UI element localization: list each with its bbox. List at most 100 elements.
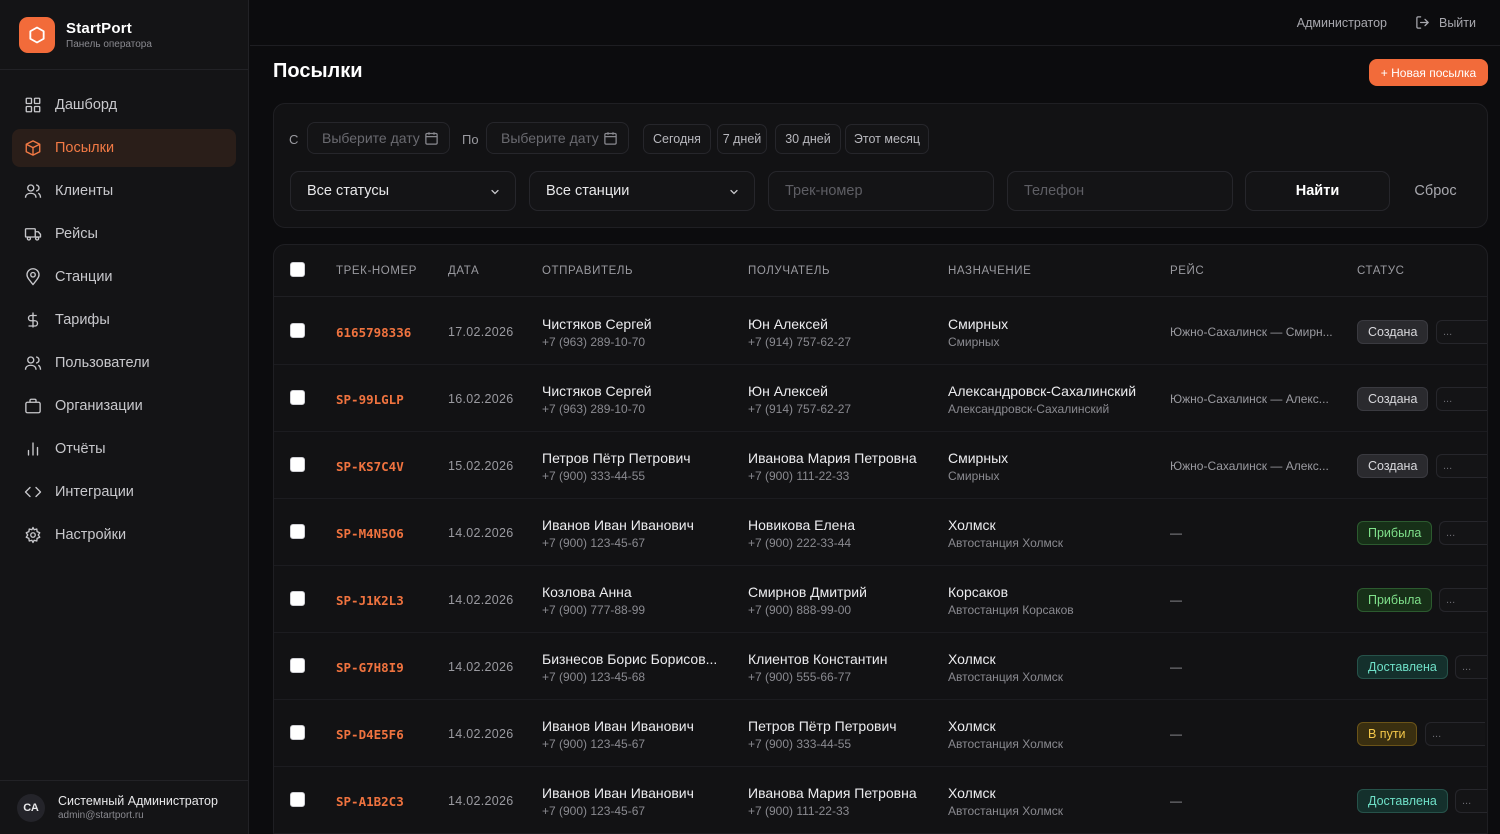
header-destination[interactable]: НАЗНАЧЕНИЕ: [948, 265, 1031, 277]
find-button[interactable]: Найти: [1245, 171, 1390, 211]
header-recipient[interactable]: ПОЛУЧАТЕЛЬ: [748, 265, 830, 277]
row-actions-button[interactable]: ...: [1436, 454, 1487, 478]
row-checkbox[interactable]: [290, 323, 305, 338]
table-row[interactable]: SP-G7H8I9 14.02.2026 Бизнесов Борис Борисо…: [274, 633, 1487, 700]
row-checkbox[interactable]: [290, 591, 305, 606]
briefcase-icon: [23, 396, 43, 416]
track-number-input[interactable]: [768, 171, 994, 211]
destination-station: Автостанция Корсаков: [948, 603, 1074, 617]
current-user[interactable]: СА Системный Администратор admin@startpo…: [0, 780, 249, 834]
hexagon-logo-icon: [19, 16, 55, 53]
sender-phone: +7 (900) 777-88-99: [542, 603, 646, 617]
new-parcel-button[interactable]: + Новая посылка: [1369, 59, 1488, 86]
header-status[interactable]: СТАТУС: [1357, 265, 1405, 277]
destination-station: Автостанция Холмск: [948, 536, 1064, 550]
table-row[interactable]: SP-J1K2L3 14.02.2026 Козлова Анна +7 (900) …: [274, 566, 1487, 633]
track-number-link[interactable]: SP-D4E5F6: [336, 727, 404, 742]
destination-name: Александровск-Сахалинский: [948, 383, 1137, 399]
brand[interactable]: StartPort Панель оператора: [0, 0, 248, 70]
row-actions-button[interactable]: ...: [1455, 789, 1487, 813]
sidebar-item-organizations[interactable]: Организации: [12, 387, 236, 425]
date-from-placeholder: Выберите дату: [322, 130, 420, 146]
sidebar-item-label: Клиенты: [55, 183, 114, 199]
sender-cell: Чистяков Сергей +7 (963) 289-10-70: [542, 316, 728, 349]
header-track[interactable]: ТРЕК-НОМЕР: [336, 265, 417, 277]
sidebar-item-reports[interactable]: Отчёты: [12, 430, 236, 468]
date-to-placeholder: Выберите дату: [501, 130, 599, 146]
track-number-link[interactable]: SP-KS7C4V: [336, 459, 404, 474]
track-number-link[interactable]: SP-99LGLP: [336, 392, 404, 407]
row-actions-button[interactable]: ...: [1436, 387, 1487, 411]
track-number-link[interactable]: 6165798336: [336, 325, 411, 340]
table-row[interactable]: SP-D4E5F6 14.02.2026 Иванов Иван Иванович +…: [274, 700, 1487, 767]
table-row[interactable]: SP-A1B2C3 14.02.2026 Иванов Иван Иванович +…: [274, 767, 1487, 834]
row-checkbox[interactable]: [290, 390, 305, 405]
status-badge: Прибыла: [1357, 521, 1433, 545]
chip-today[interactable]: Сегодня: [643, 124, 711, 154]
destination-cell: Корсаков Автостанция Корсаков: [948, 584, 1160, 617]
page-title: Посылки: [273, 60, 363, 82]
status-badge: В пути: [1357, 722, 1417, 746]
table-row[interactable]: SP-M4N5O6 14.02.2026 Иванов Иван Иванович +…: [274, 499, 1487, 566]
row-checkbox[interactable]: [290, 725, 305, 740]
sidebar-item-parcels[interactable]: Посылки: [12, 129, 236, 167]
row-actions-button[interactable]: ...: [1436, 320, 1487, 344]
chip-7-days[interactable]: 7 дней: [717, 124, 767, 154]
row-checkbox[interactable]: [290, 457, 305, 472]
sidebar-item-stations[interactable]: Станции: [12, 258, 236, 296]
sender-cell: Петров Пётр Петрович +7 (900) 333-44-55: [542, 450, 728, 483]
row-actions-button[interactable]: ...: [1425, 722, 1485, 746]
user-name: Системный Администратор: [58, 794, 218, 808]
status-badge: Прибыла: [1357, 588, 1433, 612]
logout-button[interactable]: Выйти: [1415, 15, 1476, 30]
sender-cell: Бизнесов Борис Борисов... +7 (900) 123-45…: [542, 651, 728, 684]
sidebar-item-integrations[interactable]: Интеграции: [12, 473, 236, 511]
sender-cell: Чистяков Сергей +7 (963) 289-10-70: [542, 383, 728, 416]
calendar-icon: [604, 132, 617, 145]
date-to-input[interactable]: Выберите дату: [486, 122, 629, 154]
select-all-checkbox[interactable]: [290, 262, 305, 277]
row-checkbox[interactable]: [290, 792, 305, 807]
parcel-date: 16.02.2026: [448, 392, 514, 406]
table-row[interactable]: SP-99LGLP 16.02.2026 Чистяков Сергей +7 (96…: [274, 365, 1487, 432]
table-row[interactable]: SP-KS7C4V 15.02.2026 Петров Пётр Петрович +…: [274, 432, 1487, 499]
parcel-date: 14.02.2026: [448, 794, 514, 808]
destination-station: Автостанция Холмск: [948, 670, 1064, 684]
recipient-cell: Смирнов Дмитрий +7 (900) 888-99-00: [748, 584, 938, 617]
header-sender[interactable]: ОТПРАВИТЕЛЬ: [542, 265, 633, 277]
row-checkbox[interactable]: [290, 658, 305, 673]
date-from-input[interactable]: Выберите дату: [307, 122, 450, 154]
track-number-link[interactable]: SP-G7H8I9: [336, 660, 404, 675]
sender-phone: +7 (963) 289-10-70: [542, 402, 646, 416]
sidebar-item-tariffs[interactable]: Тарифы: [12, 301, 236, 339]
phone-input[interactable]: [1007, 171, 1233, 211]
sidebar-item-label: Организации: [55, 398, 143, 414]
status-select[interactable]: Все статусы: [290, 171, 516, 211]
parcel-date: 14.02.2026: [448, 593, 514, 607]
sidebar-item-flights[interactable]: Рейсы: [12, 215, 236, 253]
row-checkbox[interactable]: [290, 524, 305, 539]
chip-this-month[interactable]: Этот месяц: [845, 124, 929, 154]
header-date[interactable]: ДАТА: [448, 265, 479, 277]
sidebar-item-label: Посылки: [55, 140, 115, 156]
calendar-icon: [425, 132, 438, 145]
track-number-link[interactable]: SP-J1K2L3: [336, 593, 404, 608]
chip-30-days[interactable]: 30 дней: [775, 124, 841, 154]
sidebar-item-settings[interactable]: Настройки: [12, 516, 236, 554]
header-flight[interactable]: РЕЙС: [1170, 265, 1204, 277]
table-row[interactable]: 6165798336 17.02.2026 Чистяков Сергей +7 (9…: [274, 298, 1487, 365]
recipient-phone: +7 (900) 333-44-55: [748, 737, 852, 751]
row-actions-button[interactable]: ...: [1455, 655, 1487, 679]
user-role: Администратор: [1296, 15, 1387, 30]
row-actions-button[interactable]: ...: [1439, 521, 1487, 545]
sidebar-item-dashboard[interactable]: Дашборд: [12, 86, 236, 124]
track-number-link[interactable]: SP-A1B2C3: [336, 794, 404, 809]
sidebar-item-users[interactable]: Пользователи: [12, 344, 236, 382]
sender-phone: +7 (963) 289-10-70: [542, 335, 646, 349]
station-select[interactable]: Все станции: [529, 171, 755, 211]
reset-button[interactable]: Сброс: [1399, 171, 1472, 211]
row-actions-button[interactable]: ...: [1439, 588, 1487, 612]
sidebar-item-clients[interactable]: Клиенты: [12, 172, 236, 210]
track-number-link[interactable]: SP-M4N5O6: [336, 526, 404, 541]
recipient-cell: Юн Алексей +7 (914) 757-62-27: [748, 383, 938, 416]
